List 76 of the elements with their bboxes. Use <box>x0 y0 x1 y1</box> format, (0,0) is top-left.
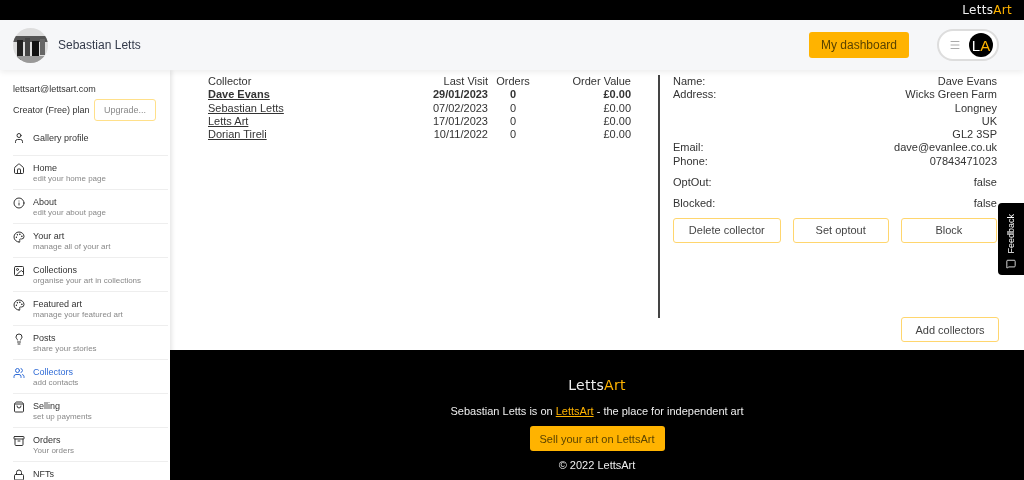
info-icon <box>13 197 25 209</box>
field-label: OptOut: <box>673 176 712 190</box>
action-button[interactable]: Set optout <box>792 217 889 243</box>
bag-icon <box>13 401 25 413</box>
collector-link[interactable]: Dorian Tireli <box>208 128 267 142</box>
field-value: Dave Evans <box>937 75 997 89</box>
dashboard-button[interactable]: My dashboard <box>808 32 909 58</box>
copyright: © 2022 LettsArt <box>558 459 636 471</box>
field-value: false <box>973 176 997 190</box>
sidebar-item[interactable]: About edit your about page <box>13 190 168 224</box>
field-value: dave@evanlee.co.uk <box>894 141 997 155</box>
field-label: Name: <box>673 75 706 89</box>
field-label: Phone: <box>673 154 708 169</box>
column-header: Collector <box>208 75 253 89</box>
action-button[interactable]: Block <box>900 217 997 243</box>
column-header: Orders <box>495 75 531 89</box>
users-icon <box>13 367 25 379</box>
table-cell-text: £0.00 <box>602 101 631 115</box>
sidebar-item[interactable]: Selling set up payments <box>13 394 168 428</box>
field-label: Blocked: <box>673 197 716 211</box>
table-cell-text: £0.00 <box>602 128 631 142</box>
plan-label: Creator (Free) plan <box>13 105 90 115</box>
person-icon <box>13 132 25 144</box>
sidebar-item[interactable]: Posts share your stories <box>13 326 168 360</box>
action-button[interactable]: Delete collector <box>673 217 781 243</box>
sidebar-item[interactable]: NFTs <box>13 462 168 480</box>
user-name: Sebastian Letts <box>58 38 142 52</box>
column-header: Order Value <box>571 75 631 89</box>
lightbulb-icon <box>13 333 25 345</box>
home-icon <box>13 163 25 175</box>
field-label: Email: <box>673 141 704 155</box>
field-value: 07843471023 <box>929 154 997 169</box>
account-email: lettsart@lettsart.com <box>13 84 97 94</box>
lock-icon <box>13 469 25 480</box>
table-cell-text: 29/01/2023 <box>431 88 488 102</box>
table-cell-text: 07/02/2023 <box>431 101 488 115</box>
sidebar-item[interactable]: Your art manage all of your art <box>13 224 168 258</box>
sidebar-item[interactable]: Collections organise your art in collections <box>13 258 168 292</box>
table-cell-text: 0 <box>508 114 518 129</box>
account-menu-button[interactable]: LA <box>937 29 999 61</box>
menu-icon <box>949 39 961 51</box>
upgrade-button[interactable]: Upgrade... <box>94 99 156 121</box>
table-cell-text: 0 <box>508 128 518 142</box>
tagline: Sebastian Letts is on LettsArt - the place for independent art <box>450 405 744 417</box>
image-icon <box>13 265 25 277</box>
field-value: Longney <box>954 101 997 115</box>
sidebar-item[interactable]: Orders Your orders <box>13 428 168 462</box>
collector-link[interactable]: Letts Art <box>208 114 249 129</box>
table-cell-text: 17/01/2023 <box>431 114 488 129</box>
sidebar-item[interactable]: Featured art manage your featured art <box>13 292 168 326</box>
table-cell-text: 0 <box>508 101 518 115</box>
footer-logo: LettsArt <box>568 377 626 393</box>
sell-art-button[interactable]: Sell your art on LettsArt <box>529 426 665 451</box>
table-cell-text: £0.00 <box>602 114 631 129</box>
sidebar-item[interactable]: Home edit your home page <box>13 156 168 190</box>
palette-icon <box>13 299 25 311</box>
collector-link[interactable]: Dave Evans <box>208 88 270 102</box>
gallery-profile-link[interactable]: Gallery profile <box>13 121 168 156</box>
collector-link[interactable]: Sebastian Letts <box>208 101 284 115</box>
column-header: Last Visit <box>442 75 488 89</box>
field-value: false <box>973 197 997 211</box>
lettsart-link[interactable]: LettsArt <box>555 405 594 417</box>
table-cell-text: £0.00 <box>602 88 631 102</box>
field-value: GL2 3SP <box>952 128 997 142</box>
logo: LettsArt <box>962 3 1012 17</box>
field-label: Address: <box>673 88 717 103</box>
box-icon <box>13 435 25 447</box>
sidebar-item[interactable]: Collectors add contacts <box>13 360 168 394</box>
table-cell-text: 10/11/2022 <box>432 128 488 142</box>
feedback-tab[interactable]: Feedback <box>998 203 1024 275</box>
field-value: Wicks Green Farm <box>905 88 997 102</box>
palette-icon <box>13 231 25 243</box>
chat-icon <box>1006 259 1016 269</box>
add-collectors-button[interactable]: Add collectors <box>901 317 999 342</box>
field-value: UK <box>981 114 997 129</box>
table-cell-text: 0 <box>508 88 518 102</box>
